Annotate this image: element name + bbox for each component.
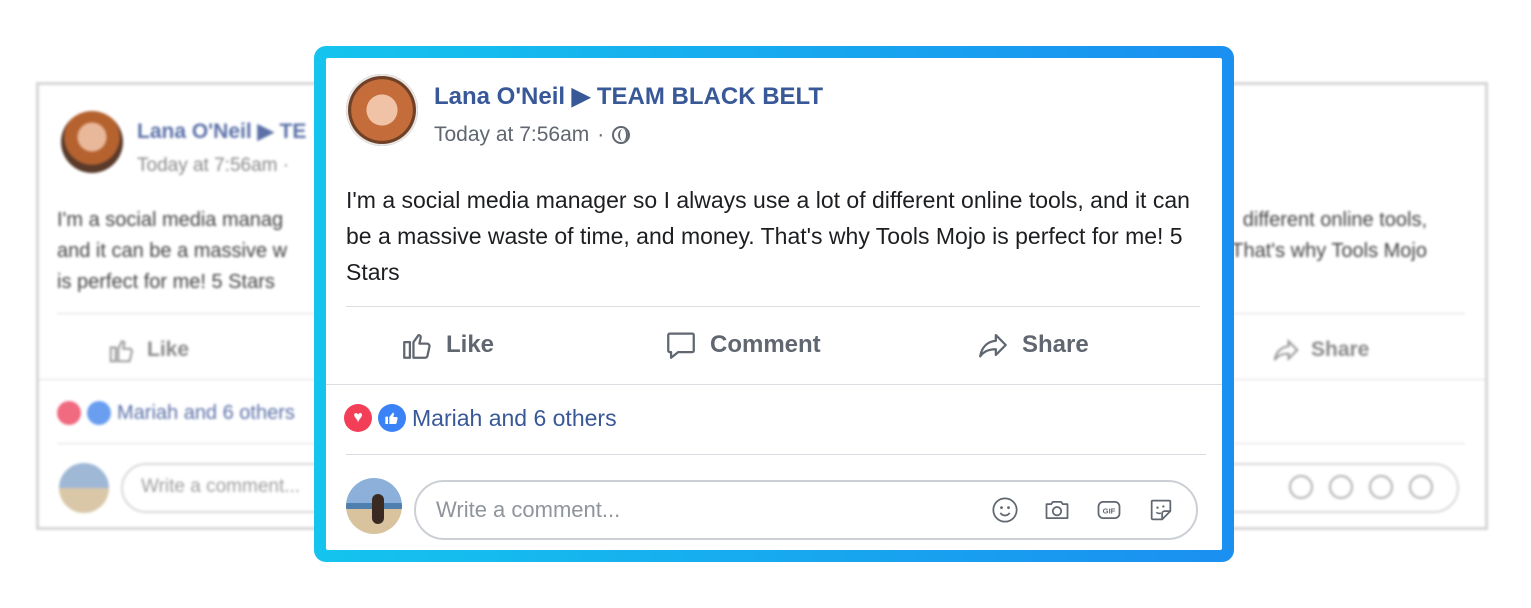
post-card: Lana O'Neil ▶ TEAM BLACK BELT Today at 7…: [326, 58, 1222, 550]
sticker-icon: [1409, 475, 1433, 499]
share-arrow-icon: [979, 333, 1007, 358]
background-author-avatar: [61, 111, 123, 173]
globe-icon[interactable]: [612, 126, 631, 144]
reactions-summary[interactable]: ♥ Mariah and 6 others: [344, 404, 617, 432]
divider: [346, 306, 1200, 307]
background-timestamp: Today at 7:56am ·: [137, 155, 290, 176]
meta-separator: ·: [597, 123, 605, 146]
like-reaction-icon: [378, 404, 406, 432]
like-reaction-icon: [87, 401, 111, 425]
background-text-line: That's why Tools Mojo: [1231, 240, 1427, 262]
author-avatar[interactable]: [346, 74, 418, 146]
comment-button[interactable]: Comment: [664, 328, 821, 362]
background-comment-icons: [1289, 475, 1433, 499]
author-name-link[interactable]: Lana O'Neil: [434, 83, 565, 110]
thumbs-up-icon: [403, 333, 431, 359]
background-text-line: I'm a social media manag: [57, 209, 284, 231]
divider: [326, 384, 1222, 385]
comment-placeholder: Write a comment...: [436, 497, 621, 522]
background-comment-placeholder: Write a comment...: [141, 476, 301, 497]
thumbs-up-icon: [385, 412, 398, 424]
background-commenter-avatar: [59, 463, 109, 513]
background-text-line: and it can be a massive w: [57, 240, 288, 262]
heart-reaction-icon: [57, 401, 81, 425]
comment-label: Comment: [710, 331, 821, 358]
background-share-label: Share: [1311, 338, 1370, 361]
comment-input[interactable]: Write a comment... GIF: [414, 480, 1198, 540]
background-reactions-text: Mariah and 6 others: [117, 401, 295, 424]
commenter-avatar: [346, 478, 402, 534]
background-author-name: Lana O'Neil ▶ TE: [137, 120, 307, 143]
arrow-icon: ▶: [571, 83, 591, 110]
share-arrow-icon: [1273, 338, 1299, 362]
svg-text:GIF: GIF: [1103, 507, 1116, 516]
reactions-text[interactable]: Mariah and 6 others: [412, 405, 617, 432]
post-meta: Today at 7:56am ·: [434, 123, 631, 147]
group-name-link[interactable]: TEAM BLACK BELT: [597, 83, 823, 110]
heart-reaction-icon: ♥: [344, 404, 372, 432]
background-like-button: Like: [107, 335, 189, 365]
like-button[interactable]: Like: [400, 328, 494, 362]
background-reactions: Mariah and 6 others: [57, 401, 295, 425]
camera-icon[interactable]: [1042, 495, 1072, 525]
background-like-label: Like: [147, 338, 190, 361]
background-text-line: is perfect for me! 5 Stars: [57, 271, 275, 293]
share-label: Share: [1022, 331, 1089, 358]
post-header-title: Lana O'Neil ▶ TEAM BLACK BELT: [434, 82, 823, 111]
sticker-icon[interactable]: [1146, 495, 1176, 525]
background-text-line: different online tools,: [1242, 209, 1427, 231]
thumbs-up-icon: [109, 339, 134, 363]
comment-attachment-icons: GIF: [990, 495, 1176, 525]
divider: [346, 454, 1206, 455]
emoji-icon: [1289, 475, 1313, 499]
camera-icon: [1329, 475, 1353, 499]
gif-icon[interactable]: GIF: [1094, 495, 1124, 525]
gif-icon: [1369, 475, 1393, 499]
background-share-button: Share: [1271, 335, 1369, 365]
post-text: I'm a social media manager so I always u…: [346, 187, 1190, 285]
like-label: Like: [446, 331, 495, 358]
share-button[interactable]: Share: [976, 328, 1089, 362]
timestamp-link[interactable]: Today at 7:56am: [434, 123, 589, 147]
emoji-icon[interactable]: [990, 495, 1020, 525]
comment-bubble-icon: [667, 332, 695, 359]
